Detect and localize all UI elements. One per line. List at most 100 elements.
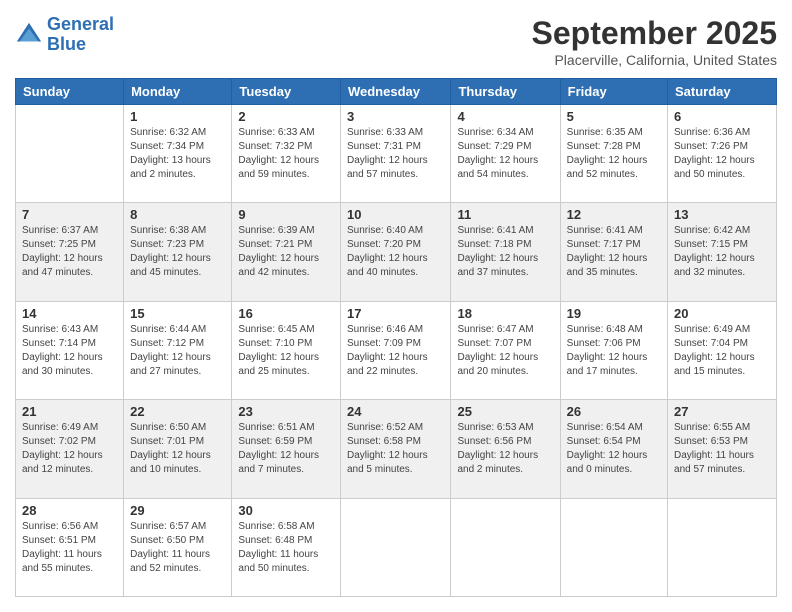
calendar-cell: 4 Sunrise: 6:34 AM Sunset: 7:29 PM Daylig… <box>451 105 560 203</box>
day-number: 29 <box>130 503 225 518</box>
calendar-cell <box>340 498 451 596</box>
day-number: 16 <box>238 306 334 321</box>
calendar-table: SundayMondayTuesdayWednesdayThursdayFrid… <box>15 78 777 597</box>
day-info: Sunrise: 6:34 AM Sunset: 7:29 PM Dayligh… <box>457 126 553 182</box>
day-number: 3 <box>347 109 445 124</box>
weekday-header-tuesday: Tuesday <box>232 79 341 105</box>
calendar-cell: 1Sunrise: 6:32 AM Sunset: 7:34 PM Daylig… <box>124 105 232 203</box>
day-info: Sunrise: 6:39 AM Sunset: 7:21 PM Dayligh… <box>238 224 334 280</box>
day-info: Sunrise: 6:33 AM Sunset: 7:31 PM Dayligh… <box>347 126 445 182</box>
weekday-header-saturday: Saturday <box>668 79 777 105</box>
day-number: 23 <box>238 404 334 419</box>
day-info: Sunrise: 6:41 AM Sunset: 7:18 PM Dayligh… <box>457 224 553 280</box>
day-number: 22 <box>130 404 225 419</box>
calendar-cell: 19 Sunrise: 6:48 AM Sunset: 7:06 PM Dayli… <box>560 301 667 399</box>
calendar-cell: 29 Sunrise: 6:57 AM Sunset: 6:50 PM Dayli… <box>124 498 232 596</box>
calendar-cell: 23 Sunrise: 6:51 AM Sunset: 6:59 PM Dayli… <box>232 400 341 498</box>
calendar-cell: 6 Sunrise: 6:36 AM Sunset: 7:26 PM Daylig… <box>668 105 777 203</box>
day-number: 21 <box>22 404 117 419</box>
day-info: Sunrise: 6:52 AM Sunset: 6:58 PM Dayligh… <box>347 421 445 477</box>
day-info: Sunrise: 6:54 AM Sunset: 6:54 PM Dayligh… <box>567 421 661 477</box>
location: Placerville, California, United States <box>532 52 777 68</box>
week-row-1: 1Sunrise: 6:32 AM Sunset: 7:34 PM Daylig… <box>16 105 777 203</box>
day-number: 6 <box>674 109 770 124</box>
day-number: 4 <box>457 109 553 124</box>
day-number: 8 <box>130 207 225 222</box>
weekday-header-friday: Friday <box>560 79 667 105</box>
day-info: Sunrise: 6:50 AM Sunset: 7:01 PM Dayligh… <box>130 421 225 477</box>
day-info: Sunrise: 6:36 AM Sunset: 7:26 PM Dayligh… <box>674 126 770 182</box>
calendar-cell: 14Sunrise: 6:43 AM Sunset: 7:14 PM Dayli… <box>16 301 124 399</box>
day-info: Sunrise: 6:41 AM Sunset: 7:17 PM Dayligh… <box>567 224 661 280</box>
calendar-cell: 18 Sunrise: 6:47 AM Sunset: 7:07 PM Dayli… <box>451 301 560 399</box>
calendar-cell: 26Sunrise: 6:54 AM Sunset: 6:54 PM Dayli… <box>560 400 667 498</box>
calendar-cell: 15Sunrise: 6:44 AM Sunset: 7:12 PM Dayli… <box>124 301 232 399</box>
month-title: September 2025 <box>532 15 777 52</box>
calendar-cell: 25 Sunrise: 6:53 AM Sunset: 6:56 PM Dayli… <box>451 400 560 498</box>
day-info: Sunrise: 6:57 AM Sunset: 6:50 PM Dayligh… <box>130 520 225 576</box>
day-number: 28 <box>22 503 117 518</box>
logo: General Blue <box>15 15 114 55</box>
logo-line1: General <box>47 14 114 34</box>
day-info: Sunrise: 6:49 AM Sunset: 7:02 PM Dayligh… <box>22 421 117 477</box>
day-number: 1 <box>130 109 225 124</box>
day-number: 27 <box>674 404 770 419</box>
day-number: 13 <box>674 207 770 222</box>
day-number: 19 <box>567 306 661 321</box>
calendar-cell: 22 Sunrise: 6:50 AM Sunset: 7:01 PM Dayli… <box>124 400 232 498</box>
day-info: Sunrise: 6:37 AM Sunset: 7:25 PM Dayligh… <box>22 224 117 280</box>
day-number: 30 <box>238 503 334 518</box>
day-number: 17 <box>347 306 445 321</box>
day-info: Sunrise: 6:44 AM Sunset: 7:12 PM Dayligh… <box>130 323 225 379</box>
day-info: Sunrise: 6:55 AM Sunset: 6:53 PM Dayligh… <box>674 421 770 477</box>
week-row-2: 7 Sunrise: 6:37 AM Sunset: 7:25 PM Daylig… <box>16 203 777 301</box>
calendar-cell <box>451 498 560 596</box>
calendar-cell: 13Sunrise: 6:42 AM Sunset: 7:15 PM Dayli… <box>668 203 777 301</box>
day-info: Sunrise: 6:43 AM Sunset: 7:14 PM Dayligh… <box>22 323 117 379</box>
day-info: Sunrise: 6:33 AM Sunset: 7:32 PM Dayligh… <box>238 126 334 182</box>
day-info: Sunrise: 6:49 AM Sunset: 7:04 PM Dayligh… <box>674 323 770 379</box>
day-number: 11 <box>457 207 553 222</box>
day-info: Sunrise: 6:46 AM Sunset: 7:09 PM Dayligh… <box>347 323 445 379</box>
day-number: 9 <box>238 207 334 222</box>
day-number: 10 <box>347 207 445 222</box>
day-info: Sunrise: 6:35 AM Sunset: 7:28 PM Dayligh… <box>567 126 661 182</box>
calendar-cell <box>668 498 777 596</box>
week-row-5: 28 Sunrise: 6:56 AM Sunset: 6:51 PM Dayli… <box>16 498 777 596</box>
weekday-header-monday: Monday <box>124 79 232 105</box>
logo-line2: Blue <box>47 34 86 54</box>
calendar-cell: 16Sunrise: 6:45 AM Sunset: 7:10 PM Dayli… <box>232 301 341 399</box>
day-number: 7 <box>22 207 117 222</box>
logo-icon <box>15 21 43 49</box>
calendar-cell: 27 Sunrise: 6:55 AM Sunset: 6:53 PM Dayli… <box>668 400 777 498</box>
calendar-cell: 12 Sunrise: 6:41 AM Sunset: 7:17 PM Dayli… <box>560 203 667 301</box>
calendar-cell <box>16 105 124 203</box>
day-number: 20 <box>674 306 770 321</box>
calendar-cell: 10Sunrise: 6:40 AM Sunset: 7:20 PM Dayli… <box>340 203 451 301</box>
weekday-header-wednesday: Wednesday <box>340 79 451 105</box>
day-number: 12 <box>567 207 661 222</box>
calendar-cell: 8 Sunrise: 6:38 AM Sunset: 7:23 PM Daylig… <box>124 203 232 301</box>
day-info: Sunrise: 6:47 AM Sunset: 7:07 PM Dayligh… <box>457 323 553 379</box>
calendar-cell: 3 Sunrise: 6:33 AM Sunset: 7:31 PM Daylig… <box>340 105 451 203</box>
day-number: 25 <box>457 404 553 419</box>
day-number: 24 <box>347 404 445 419</box>
day-info: Sunrise: 6:56 AM Sunset: 6:51 PM Dayligh… <box>22 520 117 576</box>
day-number: 5 <box>567 109 661 124</box>
calendar-cell: 30Sunrise: 6:58 AM Sunset: 6:48 PM Dayli… <box>232 498 341 596</box>
calendar-cell: 9 Sunrise: 6:39 AM Sunset: 7:21 PM Daylig… <box>232 203 341 301</box>
day-number: 18 <box>457 306 553 321</box>
day-info: Sunrise: 6:53 AM Sunset: 6:56 PM Dayligh… <box>457 421 553 477</box>
day-number: 2 <box>238 109 334 124</box>
day-info: Sunrise: 6:48 AM Sunset: 7:06 PM Dayligh… <box>567 323 661 379</box>
day-info: Sunrise: 6:51 AM Sunset: 6:59 PM Dayligh… <box>238 421 334 477</box>
calendar-cell: 28 Sunrise: 6:56 AM Sunset: 6:51 PM Dayli… <box>16 498 124 596</box>
week-row-4: 21 Sunrise: 6:49 AM Sunset: 7:02 PM Dayli… <box>16 400 777 498</box>
day-info: Sunrise: 6:38 AM Sunset: 7:23 PM Dayligh… <box>130 224 225 280</box>
calendar-cell: 5 Sunrise: 6:35 AM Sunset: 7:28 PM Daylig… <box>560 105 667 203</box>
header: General Blue September 2025 Placerville,… <box>15 15 777 68</box>
calendar-cell: 21 Sunrise: 6:49 AM Sunset: 7:02 PM Dayli… <box>16 400 124 498</box>
calendar-cell: 20 Sunrise: 6:49 AM Sunset: 7:04 PM Dayli… <box>668 301 777 399</box>
week-row-3: 14Sunrise: 6:43 AM Sunset: 7:14 PM Dayli… <box>16 301 777 399</box>
weekday-header-sunday: Sunday <box>16 79 124 105</box>
